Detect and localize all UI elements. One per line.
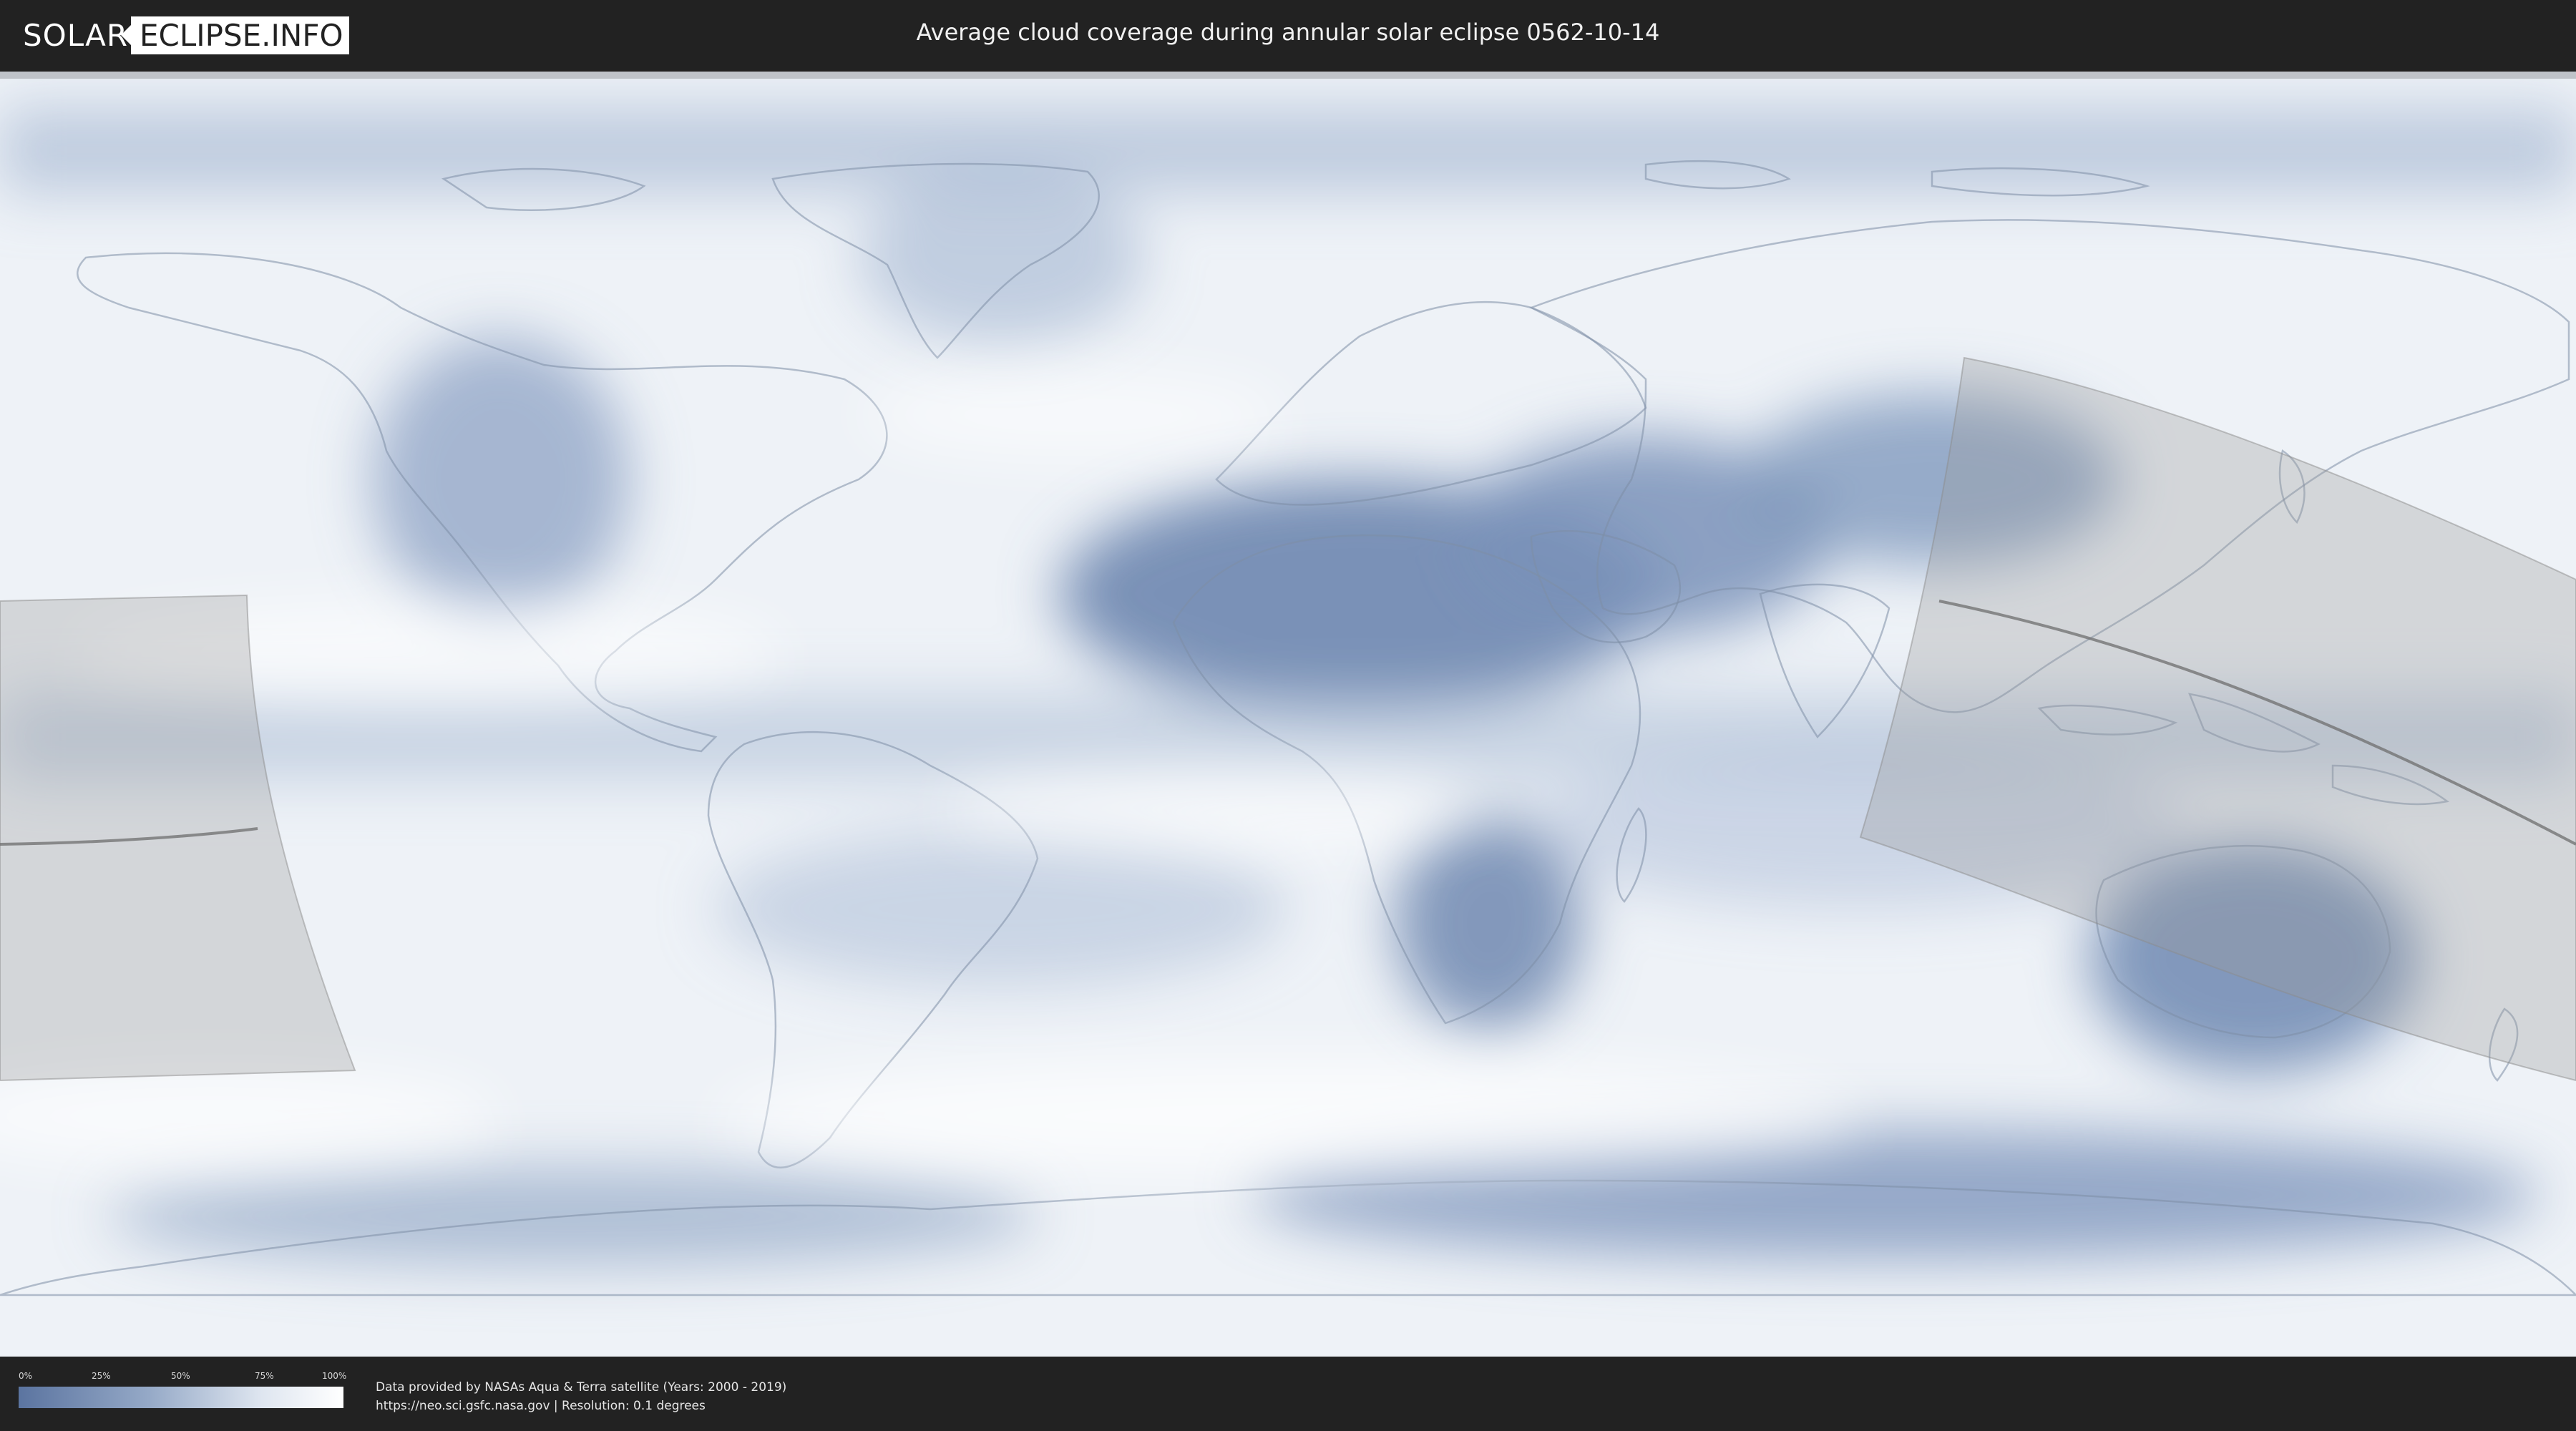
legend-label-0: 0%: [19, 1371, 33, 1381]
legend-label-25: 25%: [92, 1371, 111, 1381]
map-top-border: [0, 72, 2576, 79]
legend-labels: 0% 25% 50% 75% 100%: [19, 1371, 347, 1382]
legend-label-75: 75%: [255, 1371, 274, 1381]
data-credits: Data provided by NASAs Aqua & Terra sate…: [376, 1378, 786, 1415]
header-bar: SOLAR ECLIPSE.INFO Average cloud coverag…: [0, 0, 2576, 72]
map-canvas: [0, 79, 2576, 1357]
cloud-coverage-map: [0, 79, 2576, 1357]
credits-line-1: Data provided by NASAs Aqua & Terra sate…: [376, 1380, 787, 1395]
legend-label-50: 50%: [171, 1371, 190, 1381]
legend-label-100: 100%: [322, 1371, 347, 1381]
footer-bar: 0% 25% 50% 75% 100% Data provided by NAS…: [0, 1357, 2576, 1431]
credits-line-2: https://neo.sci.gsfc.nasa.gov | Resoluti…: [376, 1399, 706, 1413]
page-title: Average cloud coverage during annular so…: [916, 19, 1660, 46]
cloud-coverage-legend: 0% 25% 50% 75% 100%: [19, 1371, 347, 1408]
legend-gradient-bar: [19, 1387, 343, 1408]
